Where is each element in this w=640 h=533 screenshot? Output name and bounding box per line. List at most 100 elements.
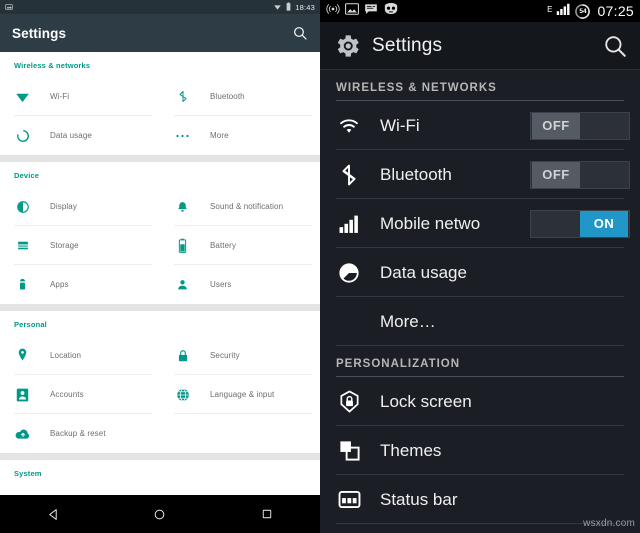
- left-item-label: Apps: [50, 280, 69, 289]
- left-status-time: 18:43: [295, 2, 315, 12]
- left-item-label: Storage: [50, 241, 79, 250]
- left-item-label: Accounts: [50, 390, 84, 399]
- right-item-status-bar[interactable]: Status bar: [320, 475, 640, 524]
- right-settings-list[interactable]: WIRELESS & NETWORKS Wi-Fi OFF Bluetooth …: [320, 70, 640, 533]
- bluetooth-toggle[interactable]: OFF: [530, 160, 630, 189]
- globe-icon: [174, 386, 191, 403]
- left-item-sound[interactable]: Sound & notification: [160, 187, 320, 226]
- right-item-bluetooth[interactable]: Bluetooth OFF: [320, 150, 640, 199]
- left-section-title: System: [14, 469, 42, 478]
- section-divider: [0, 155, 320, 162]
- right-item-label: Wi-Fi: [380, 115, 420, 135]
- toggle-thumb: OFF: [532, 112, 580, 139]
- left-item-location[interactable]: Location: [0, 336, 160, 375]
- bluetooth-icon: [174, 88, 191, 105]
- left-section-title: Device: [14, 171, 40, 180]
- left-item-storage[interactable]: Storage: [0, 226, 160, 265]
- left-item-label: Location: [50, 351, 82, 360]
- back-triangle-icon[interactable]: [36, 497, 70, 531]
- mobile-network-toggle[interactable]: ON: [530, 209, 630, 238]
- left-item-empty: [160, 414, 320, 453]
- bell-icon: [174, 198, 191, 215]
- left-settings-row: Storage Battery: [0, 226, 320, 265]
- left-settings-row: Accounts Language & input: [0, 375, 320, 414]
- wifi-toggle[interactable]: OFF: [530, 111, 630, 140]
- left-settings-row: Backup & reset: [0, 414, 320, 453]
- home-circle-icon[interactable]: [143, 497, 177, 531]
- right-item-more[interactable]: More…: [320, 297, 640, 346]
- left-settings-list[interactable]: Wireless & networks Wi-Fi Bluetooth Data…: [0, 52, 320, 533]
- left-item-language[interactable]: Language & input: [160, 375, 320, 414]
- bluetooth-icon: [336, 162, 362, 188]
- themes-icon: [336, 438, 362, 464]
- left-item-bluetooth[interactable]: Bluetooth: [160, 77, 320, 116]
- right-item-label: Data usage: [380, 262, 467, 282]
- left-page-title: Settings: [12, 25, 67, 41]
- signal-bars-icon: [336, 211, 362, 237]
- cyanogenmod-icon: [383, 2, 399, 20]
- left-section-personal: Personal Location Security Accounts Lang…: [0, 311, 320, 453]
- left-item-backup[interactable]: Backup & reset: [0, 414, 160, 453]
- left-section-title: Wireless & networks: [14, 61, 91, 70]
- toggle-thumb: OFF: [532, 161, 580, 188]
- left-item-display[interactable]: Display: [0, 187, 160, 226]
- display-icon: [14, 198, 31, 215]
- right-app-bar: Settings: [320, 22, 640, 70]
- gear-icon: [332, 31, 362, 61]
- left-item-more[interactable]: More: [160, 116, 320, 155]
- data-usage-icon: [14, 127, 31, 144]
- location-pin-icon: [14, 347, 31, 364]
- left-status-bar: 18:43: [0, 0, 320, 14]
- left-item-data-usage[interactable]: Data usage: [0, 116, 160, 155]
- right-item-label: Status bar: [380, 489, 458, 509]
- left-section-title: Personal: [14, 320, 47, 329]
- search-icon[interactable]: [602, 33, 628, 59]
- left-item-label: Users: [210, 280, 232, 289]
- right-item-mobile-network[interactable]: Mobile netwo ON: [320, 199, 640, 248]
- user-icon: [174, 276, 191, 293]
- recents-square-icon[interactable]: [250, 497, 284, 531]
- wifi-icon: [14, 88, 31, 105]
- left-settings-row: Data usage More: [0, 116, 320, 155]
- right-item-data-usage[interactable]: Data usage: [320, 248, 640, 297]
- battery-icon: [174, 237, 191, 254]
- left-settings-row: Wi-Fi Bluetooth: [0, 77, 320, 116]
- search-icon[interactable]: [292, 25, 308, 41]
- right-item-lock-screen[interactable]: Lock screen: [320, 377, 640, 426]
- right-item-wifi[interactable]: Wi-Fi OFF: [320, 101, 640, 150]
- battery-percent-label: 54: [579, 7, 587, 15]
- accounts-icon: [14, 386, 31, 403]
- left-item-battery[interactable]: Battery: [160, 226, 320, 265]
- left-item-label: More: [210, 131, 229, 140]
- left-app-bar: Settings: [0, 14, 320, 52]
- right-page-title: Settings: [372, 34, 443, 56]
- right-item-themes[interactable]: Themes: [320, 426, 640, 475]
- section-divider: [0, 304, 320, 311]
- storage-icon: [14, 237, 31, 254]
- left-settings-row: Display Sound & notification: [0, 187, 320, 226]
- right-status-bar: E 54 07:25: [320, 0, 640, 22]
- right-item-label: More…: [380, 311, 436, 331]
- left-item-label: Sound & notification: [210, 202, 284, 211]
- network-type-label: E: [547, 4, 553, 14]
- right-status-system-icons: E 54 07:25: [547, 2, 634, 21]
- right-item-label: Bluetooth: [380, 164, 452, 184]
- toggle-thumb: ON: [580, 210, 628, 237]
- left-item-apps[interactable]: Apps: [0, 265, 160, 304]
- left-item-label: Battery: [210, 241, 237, 250]
- broadcast-icon: [326, 2, 340, 21]
- left-phone-screen: 18:43 Settings Wireless & networks Wi-Fi: [0, 0, 320, 533]
- right-section-title: PERSONALIZATION: [336, 358, 461, 370]
- watermark: wsxdn.com: [583, 518, 635, 529]
- left-item-accounts[interactable]: Accounts: [0, 375, 160, 414]
- lock-icon: [174, 347, 191, 364]
- message-icon: [364, 2, 378, 20]
- left-item-wifi[interactable]: Wi-Fi: [0, 77, 160, 116]
- left-item-users[interactable]: Users: [160, 265, 320, 304]
- lock-shield-icon: [336, 389, 362, 415]
- left-settings-row: Location Security: [0, 336, 320, 375]
- left-section-wireless: Wireless & networks Wi-Fi Bluetooth Data…: [0, 52, 320, 155]
- left-item-security[interactable]: Security: [160, 336, 320, 375]
- left-item-label: Wi-Fi: [50, 92, 70, 101]
- status-bar-icon: [336, 487, 362, 513]
